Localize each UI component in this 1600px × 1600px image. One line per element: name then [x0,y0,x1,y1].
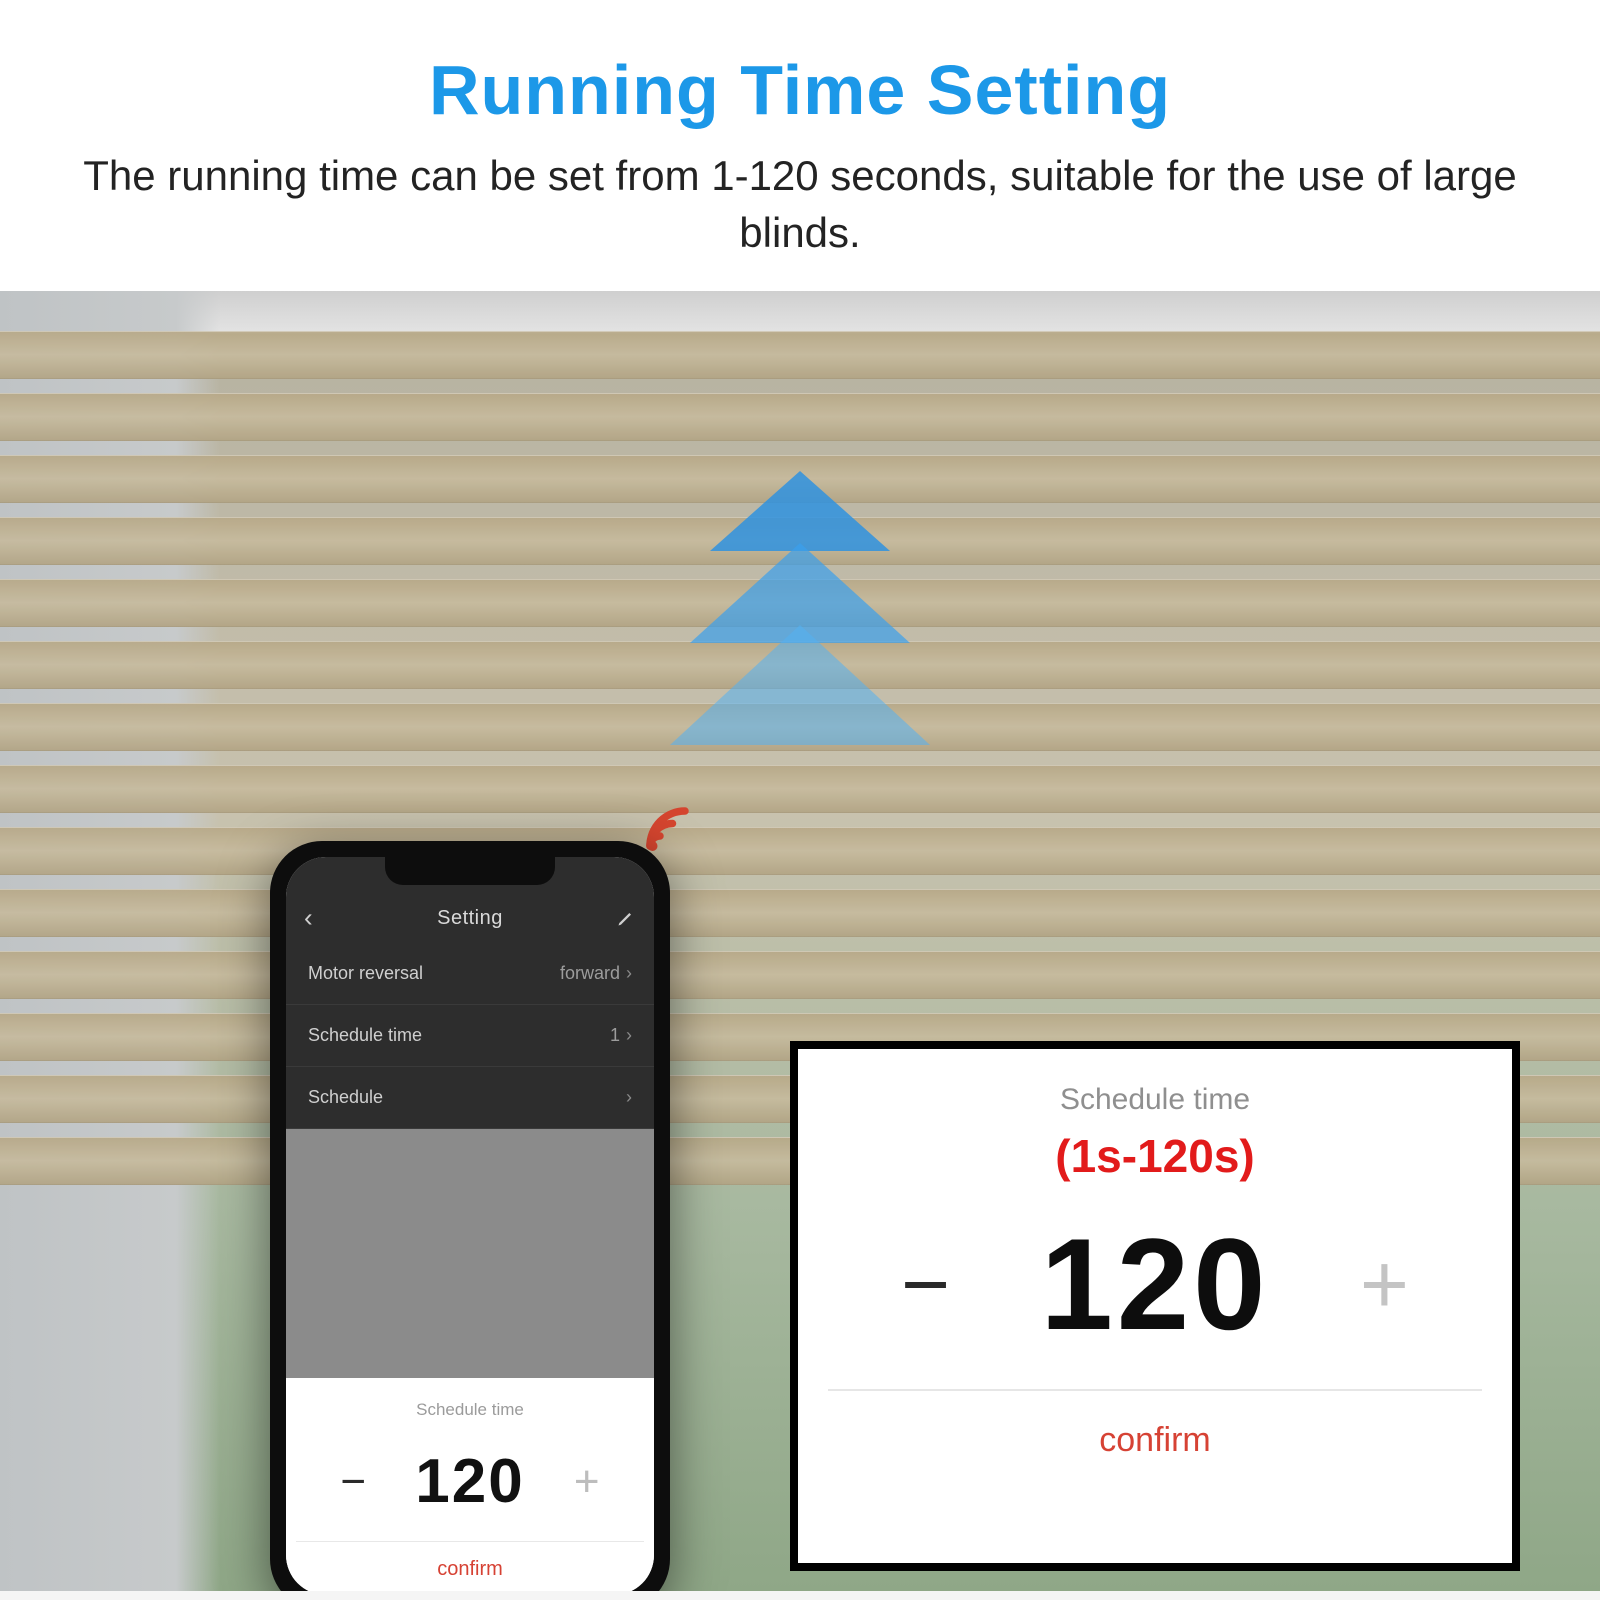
chevron-right-icon: › [626,1087,632,1108]
page-title: Running Time Setting [80,50,1520,130]
confirm-button[interactable]: confirm [296,1558,644,1581]
row-label: Schedule time [308,1025,422,1046]
phone-notch [385,857,555,885]
row-label: Motor reversal [308,963,423,984]
popup-title: Schedule time [828,1083,1482,1117]
back-icon[interactable]: ‹ [304,903,313,934]
row-label: Schedule [308,1087,383,1108]
popup-value: 120 [1041,1209,1270,1359]
page-subtitle: The running time can be set from 1-120 s… [80,148,1520,261]
divider [828,1389,1482,1391]
decrement-button[interactable]: − [891,1242,961,1326]
row-value: forward [560,963,620,984]
divider [296,1541,644,1542]
row-motor-reversal[interactable]: Motor reversal forward › [286,943,654,1005]
chevron-right-icon: › [626,1025,632,1046]
decrement-button[interactable]: − [333,1457,373,1507]
time-value: 120 [415,1446,524,1517]
increment-button[interactable]: + [1349,1242,1419,1326]
sheet-title: Schedule time [296,1400,644,1420]
raise-arrows-icon [650,471,950,775]
settings-title-bar: ‹ Setting [286,893,654,943]
settings-screen: ‹ Setting Motor reversal forward › Sched… [286,857,654,1129]
schedule-time-popup: Schedule time (1s-120s) − 120 + confirm [790,1041,1520,1571]
phone-mockup: ‹ Setting Motor reversal forward › Sched… [270,841,670,1591]
increment-button[interactable]: + [567,1457,607,1507]
marketing-header: Running Time Setting The running time ca… [0,0,1600,291]
row-value: 1 [610,1025,620,1046]
edit-icon[interactable] [616,908,636,928]
popup-range-label: (1s-120s) [828,1129,1482,1183]
settings-title: Setting [437,907,503,930]
scene-photo: ‹ Setting Motor reversal forward › Sched… [0,291,1600,1591]
chevron-right-icon: › [626,963,632,984]
row-schedule[interactable]: Schedule › [286,1067,654,1129]
row-schedule-time[interactable]: Schedule time 1 › [286,1005,654,1067]
schedule-time-sheet: Schedule time − 120 + confirm [286,1378,654,1591]
popup-stepper: − 120 + [828,1209,1482,1359]
time-stepper: − 120 + [296,1446,644,1517]
dim-overlay [286,1129,654,1378]
confirm-button[interactable]: confirm [828,1421,1482,1460]
